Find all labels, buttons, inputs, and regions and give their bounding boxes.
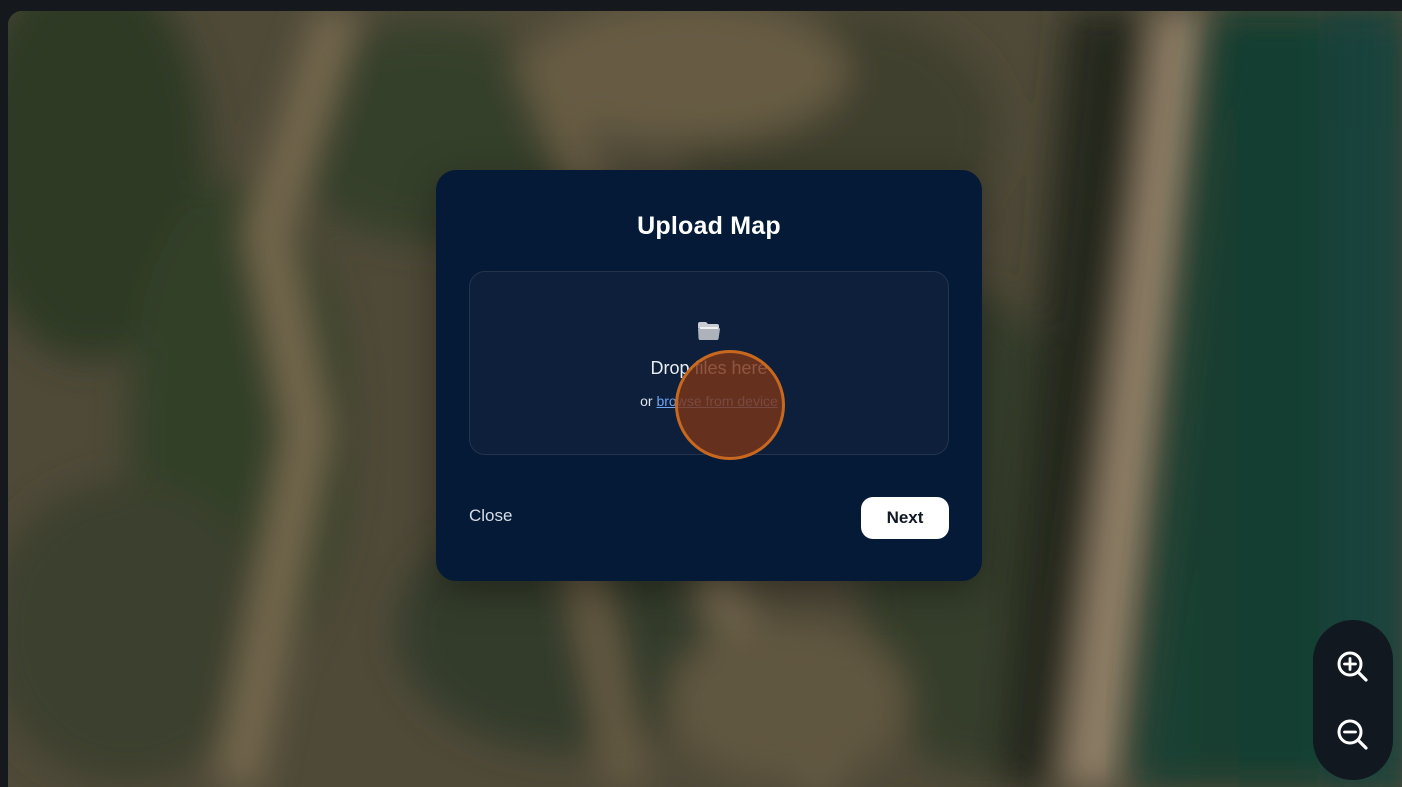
app-root: Upload Map Drop files here or browse fro… (0, 0, 1402, 787)
zoom-in-icon (1333, 647, 1373, 687)
folder-icon (697, 320, 721, 342)
zoom-out-icon (1333, 715, 1373, 755)
modal-title: Upload Map (637, 212, 781, 240)
zoom-out-button[interactable] (1333, 715, 1373, 755)
close-button[interactable]: Close (469, 506, 512, 526)
browse-from-device-link[interactable]: browse from device (656, 393, 777, 409)
browse-line: or browse from device (470, 393, 948, 409)
file-dropzone[interactable]: Drop files here or browse from device (469, 271, 949, 455)
zoom-in-button[interactable] (1333, 647, 1373, 687)
zoom-controls (1313, 620, 1393, 780)
drop-files-text: Drop files here (650, 358, 768, 378)
upload-map-modal: Upload Map Drop files here or browse fro… (436, 170, 982, 581)
next-button[interactable]: Next (861, 497, 949, 539)
browse-prefix: or (640, 393, 657, 409)
